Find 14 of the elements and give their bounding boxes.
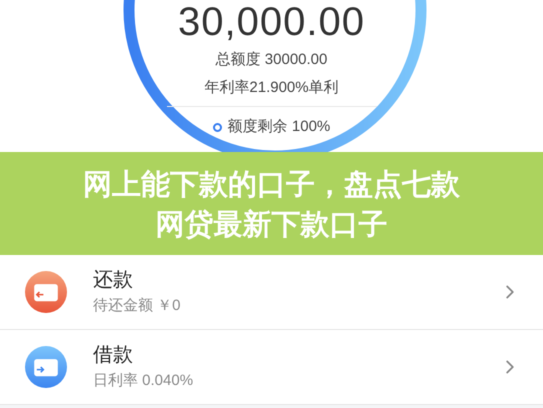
- annual-rate: 年利率21.900%单利: [204, 78, 339, 98]
- menu-row[interactable]: 借款 日利率 0.040%: [0, 330, 543, 405]
- credit-amount: 30,000.00: [178, 0, 365, 44]
- card-in-icon: [25, 346, 67, 388]
- row-subtitle: 日利率 0.040%: [93, 371, 194, 391]
- row-title: 借款: [93, 343, 134, 367]
- menu-row[interactable]: 还款 待还金额 ￥0: [0, 255, 543, 330]
- row-subtitle: 待还金额 ￥0: [93, 296, 182, 316]
- total-limit: 总额度 30000.00: [216, 50, 328, 70]
- row-title: 还款: [93, 268, 134, 292]
- banner-title: 网贷最新下款口子: [156, 206, 388, 242]
- banner-title: 网上能下款的口子，盘点七款: [83, 166, 460, 202]
- remaining-limit: 额度剩余 100%: [228, 117, 330, 137]
- card-out-icon: [25, 271, 67, 313]
